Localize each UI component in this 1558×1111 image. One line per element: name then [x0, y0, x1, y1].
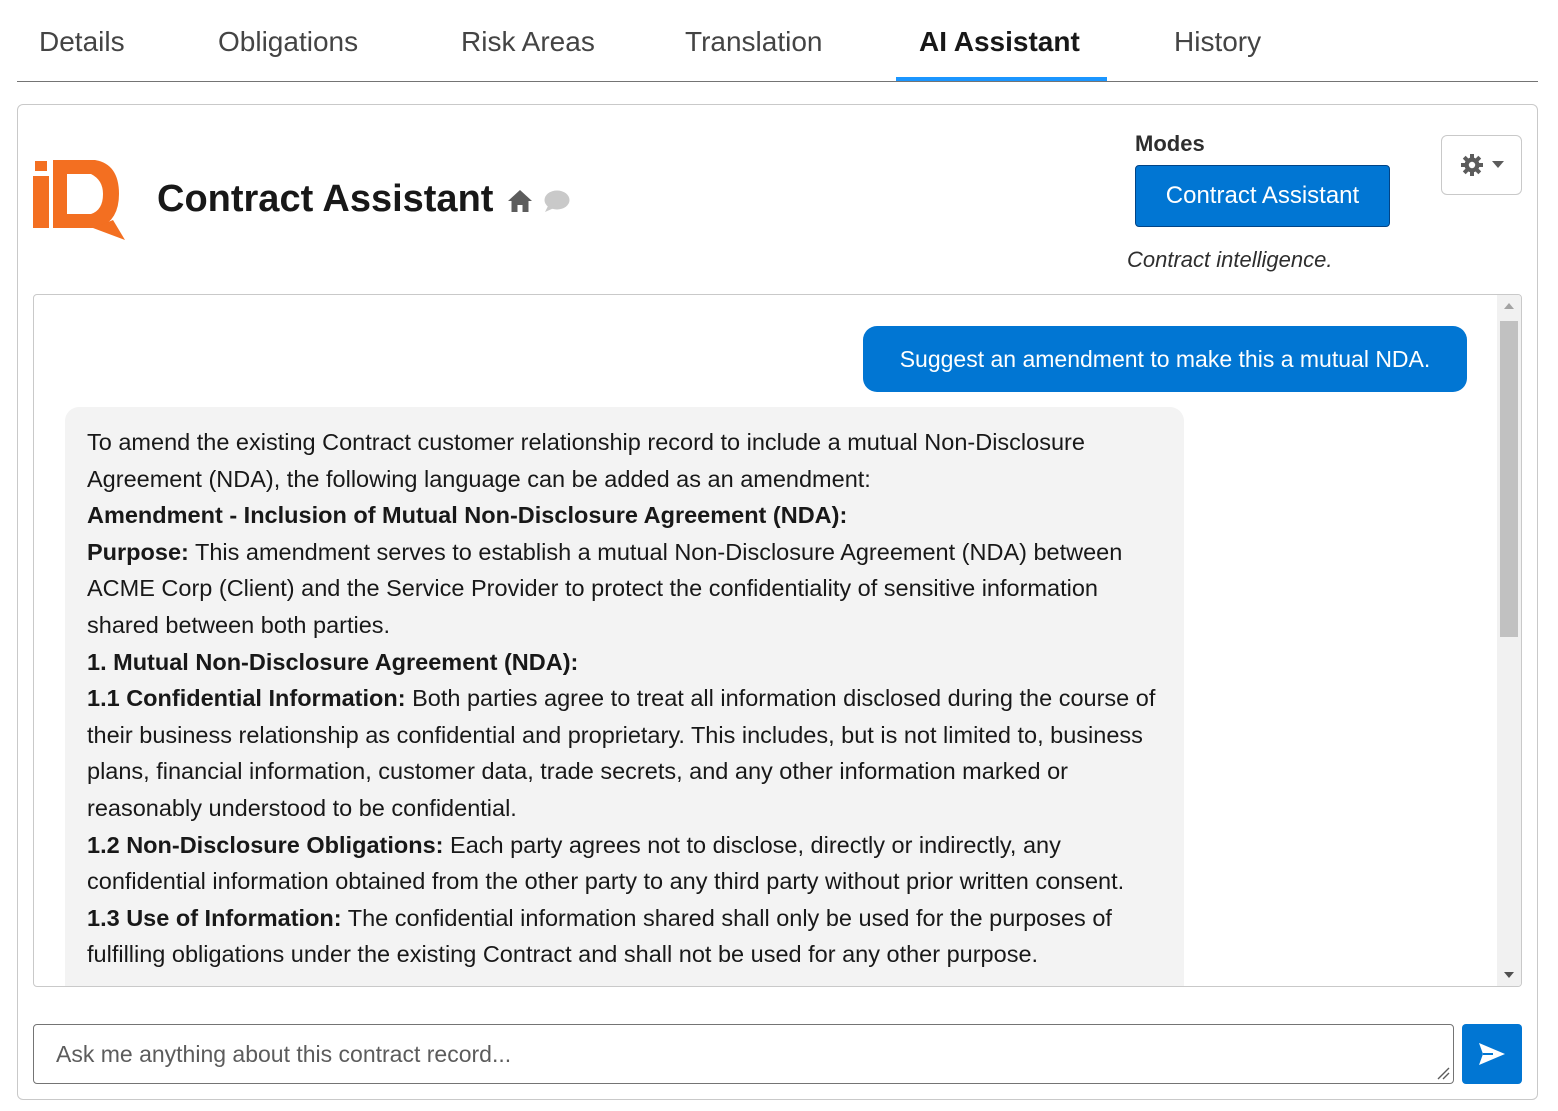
assistant-intro: To amend the existing Contract customer …: [87, 429, 1085, 492]
chat-scrollbar[interactable]: [1497, 295, 1521, 986]
tab-obligations[interactable]: Obligations: [218, 26, 358, 82]
assistant-message: To amend the existing Contract customer …: [65, 407, 1184, 986]
purpose-label: Purpose:: [87, 538, 189, 565]
chat-bubble-icon[interactable]: [543, 189, 570, 213]
resize-grip-icon[interactable]: [1436, 1066, 1450, 1080]
tab-history[interactable]: History: [1174, 26, 1261, 82]
amendment-heading: Amendment - Inclusion of Mutual Non-Disc…: [87, 502, 848, 529]
modes-label: Modes: [1135, 131, 1205, 156]
purpose-text: This amendment serves to establish a mut…: [87, 538, 1123, 638]
mode-contract-assistant-button[interactable]: Contract Assistant: [1135, 165, 1390, 227]
chat-transcript[interactable]: Suggest an amendment to make this a mutu…: [33, 294, 1522, 987]
scroll-up-arrow-icon[interactable]: [1497, 295, 1521, 317]
section-1-1-label: 1.1 Confidential Information:: [87, 685, 406, 712]
settings-dropdown-button[interactable]: [1441, 135, 1522, 195]
scroll-down-arrow-icon[interactable]: [1497, 964, 1521, 986]
caret-down-icon: [1491, 161, 1504, 168]
tab-risk-areas[interactable]: Risk Areas: [461, 26, 595, 82]
tab-details[interactable]: Details: [39, 26, 125, 82]
mode-description: Contract intelligence.: [1127, 247, 1333, 272]
send-button[interactable]: [1462, 1024, 1522, 1084]
page-title: Contract Assistant: [157, 178, 494, 220]
tab-translation[interactable]: Translation: [685, 26, 822, 82]
section-1-3-label: 1.3 Use of Information:: [87, 904, 342, 931]
user-message: Suggest an amendment to make this a mutu…: [863, 326, 1467, 392]
tab-ai-assistant[interactable]: AI Assistant: [919, 26, 1080, 82]
prompt-input[interactable]: [33, 1024, 1454, 1084]
section-1-2-label: 1.2 Non-Disclosure Obligations:: [87, 831, 444, 858]
brand-logo: [33, 160, 125, 240]
send-icon: [1479, 1043, 1505, 1065]
active-tab-indicator: [896, 77, 1107, 81]
section-1-heading: 1. Mutual Non-Disclosure Agreement (NDA)…: [87, 648, 579, 675]
scrollbar-thumb[interactable]: [1500, 321, 1518, 637]
tab-bar: Details Obligations Risk Areas Translati…: [17, 0, 1538, 82]
gear-icon: [1460, 154, 1483, 176]
home-icon[interactable]: [507, 188, 533, 214]
